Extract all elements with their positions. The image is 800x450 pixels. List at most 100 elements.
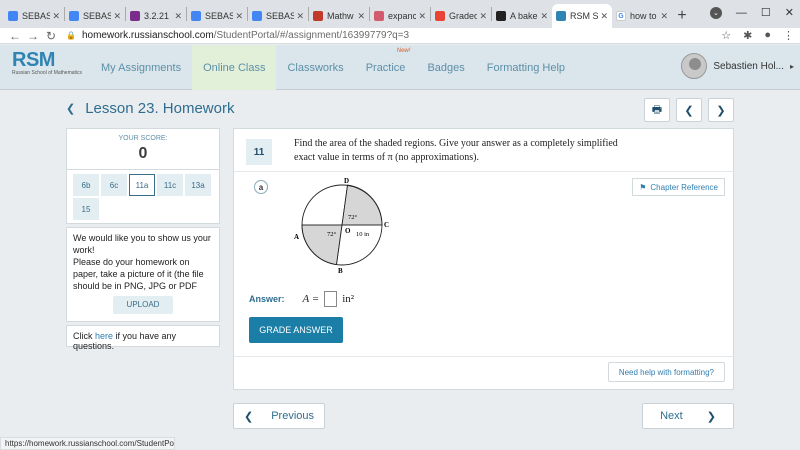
help-prefix: Click <box>73 331 95 341</box>
chevron-left-icon: ❮ <box>684 104 694 117</box>
chevron-left-icon: ❮ <box>243 410 254 423</box>
nav-item[interactable]: My Assignments <box>90 45 192 90</box>
rsm-logo[interactable]: RSM Russian School of Mathematics <box>12 49 92 85</box>
tab-search-icon[interactable]: ⌄ <box>709 6 722 19</box>
browser-tab[interactable]: Mathw ✕ <box>309 4 369 28</box>
user-menu[interactable]: Sebastien Hol... ▸ <box>681 53 794 79</box>
problem-button[interactable]: 13a <box>185 174 211 196</box>
close-tab-icon[interactable]: ✕ <box>113 11 121 22</box>
formatting-help-button[interactable]: Need help with formatting? <box>607 362 725 382</box>
question-number: 11 <box>246 139 272 165</box>
browser-tab[interactable]: SEBAS ✕ <box>187 4 247 28</box>
nav-item[interactable]: Badges <box>416 45 475 90</box>
problem-button[interactable]: 6c <box>101 174 127 196</box>
browser-tab[interactable]: SEBAS ✕ <box>4 4 64 28</box>
answer-label: Answer: <box>249 294 285 304</box>
divider <box>234 171 735 172</box>
bookmark-star-icon[interactable]: ☆ <box>721 29 731 42</box>
angle-top-label: 72° <box>348 214 358 221</box>
lock-icon: 🔒 <box>66 31 76 40</box>
problem-button[interactable]: 11a <box>129 174 155 196</box>
help-box: Click here if you have any questions. <box>66 325 220 351</box>
help-link[interactable]: here <box>95 331 113 341</box>
chapter-reference-button[interactable]: ⚑ Chapter Reference <box>632 178 725 196</box>
docs-icon <box>191 11 201 21</box>
back-icon[interactable]: ← <box>6 29 24 43</box>
next-button[interactable]: Next ❯ <box>642 403 734 429</box>
nav-item[interactable]: Practice New! <box>355 45 417 90</box>
brainly-icon <box>496 11 506 21</box>
upload-instructions: We would like you to show us your work! P… <box>73 232 213 292</box>
lesson-title-text: Lesson 23. Homework <box>85 100 235 117</box>
tab-label: SEBAS <box>83 11 112 21</box>
minimize-icon[interactable]: — <box>736 7 747 19</box>
chevron-right-icon: ❯ <box>706 410 716 423</box>
close-tab-icon[interactable]: ✕ <box>174 11 182 22</box>
browser-tab[interactable]: Ghow to ✕ <box>612 4 672 28</box>
new-tab-icon[interactable]: + <box>672 4 692 28</box>
print-icon: 🖶 <box>651 103 663 116</box>
close-tab-icon[interactable]: ✕ <box>660 11 668 22</box>
window-controls: ⌄ — ☐ ✕ <box>709 6 794 19</box>
answer-input[interactable] <box>324 291 338 307</box>
point-c-label: C <box>384 221 389 229</box>
rsm-icon <box>556 11 566 21</box>
forward-icon[interactable]: → <box>24 29 42 43</box>
back-chevron-icon[interactable]: ❮ <box>66 102 75 115</box>
browser-tab[interactable]: expanc ✕ <box>370 4 430 28</box>
close-tab-icon[interactable]: ✕ <box>52 11 60 22</box>
browser-tab[interactable]: A bake ✕ <box>492 4 552 28</box>
problem-button[interactable]: 11c <box>157 174 183 196</box>
nav-item[interactable]: Classworks <box>276 45 354 90</box>
problem-button[interactable]: 15 <box>73 198 99 220</box>
docs-icon <box>69 11 79 21</box>
score-value: 0 <box>138 145 148 162</box>
chapter-reference-label: Chapter Reference <box>650 182 718 192</box>
chevron-right-icon: ❯ <box>716 104 726 117</box>
browser-tab[interactable]: Graded ✕ <box>431 4 491 28</box>
url-path: /StudentPortal/#/assignment/16399779?q=3 <box>213 30 410 41</box>
menu-icon[interactable]: ⋮ <box>783 29 794 42</box>
maximize-icon[interactable]: ☐ <box>761 6 771 19</box>
previous-button[interactable]: ❮ Previous <box>233 403 325 429</box>
browser-tab[interactable]: SEBAS ✕ <box>248 4 308 28</box>
close-tab-icon[interactable]: ✕ <box>540 11 548 22</box>
browser-tab[interactable]: RSM St ✕ <box>552 4 612 28</box>
divider <box>234 356 735 357</box>
tab-label: Graded <box>449 11 478 21</box>
close-tab-icon[interactable]: ✕ <box>479 11 487 22</box>
browser-tab[interactable]: SEBAS ✕ <box>65 4 125 28</box>
nav-item[interactable]: Formatting Help <box>476 45 576 90</box>
logo-text: RSM <box>12 49 55 71</box>
close-tab-icon[interactable]: ✕ <box>600 11 608 22</box>
print-button[interactable]: 🖶 <box>644 98 670 122</box>
point-b-label: B <box>338 267 343 275</box>
close-tab-icon[interactable]: ✕ <box>296 11 304 22</box>
sidebar: YOUR SCORE: 0 6b 6c 11a 11c 13a 15 We would l… <box>66 128 220 351</box>
nav-item[interactable]: Online Class <box>192 45 277 90</box>
chevron-right-icon[interactable]: ▸ <box>790 62 794 71</box>
new-badge: New! <box>396 48 411 54</box>
close-window-icon[interactable]: ✕ <box>785 6 794 19</box>
profile-icon[interactable]: ● <box>764 29 771 42</box>
url-host: homework.russianschool.com <box>81 30 214 41</box>
top-actions: 🖶 ❮ ❯ <box>644 98 734 122</box>
problem-button[interactable]: 6b <box>73 174 99 196</box>
point-d-label: D <box>344 177 349 185</box>
tab-label: how to <box>630 11 657 21</box>
close-tab-icon[interactable]: ✕ <box>357 11 365 22</box>
upload-button[interactable]: UPLOAD <box>113 296 173 314</box>
url-field[interactable]: 🔒 homework.russianschool.com/StudentPort… <box>66 30 721 41</box>
prev-problem-button[interactable]: ❮ <box>676 98 702 122</box>
reload-icon[interactable]: ↻ <box>42 29 60 43</box>
browser-tab[interactable]: 3.2.21 ✕ <box>126 4 186 28</box>
tab-label: Mathw <box>327 11 354 21</box>
grade-answer-button[interactable]: GRADE ANSWER <box>249 317 343 343</box>
mathway-icon <box>313 11 323 21</box>
tab-label: A bake <box>510 11 538 21</box>
radius-label: 10 in <box>356 231 370 238</box>
next-problem-button[interactable]: ❯ <box>708 98 734 122</box>
extensions-icon[interactable]: ✱ <box>743 29 752 42</box>
close-tab-icon[interactable]: ✕ <box>418 11 426 22</box>
close-tab-icon[interactable]: ✕ <box>235 11 243 22</box>
